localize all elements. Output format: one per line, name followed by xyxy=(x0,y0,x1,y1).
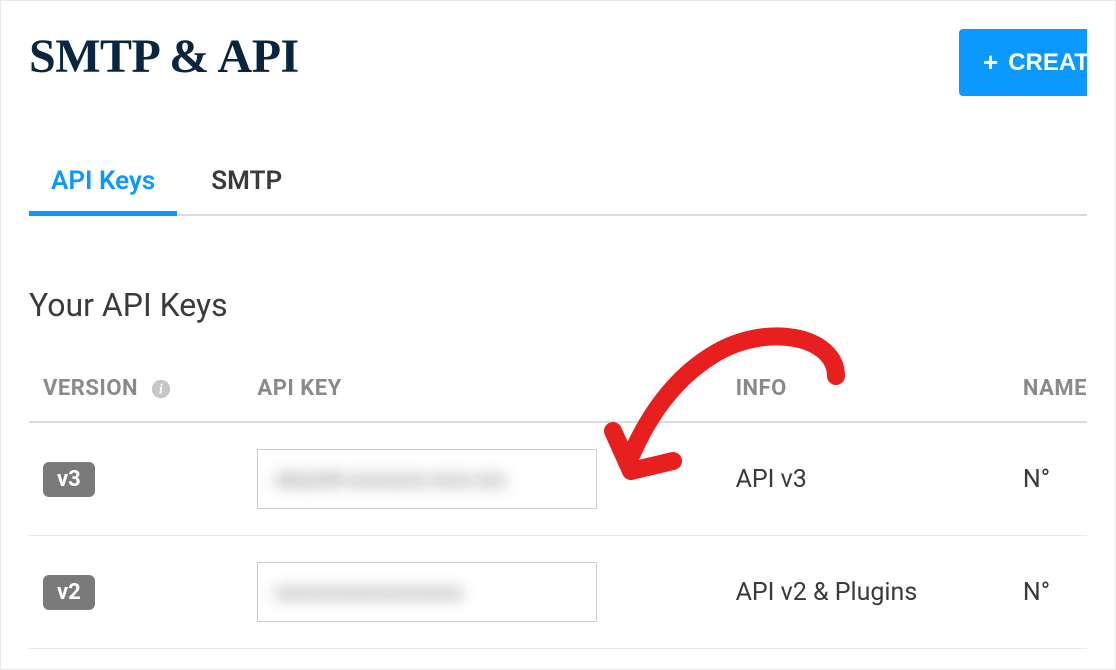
section-title: Your API Keys xyxy=(29,286,1087,324)
api-key-field[interactable]: xkeysib-xxxxxxxx-xxxx-xxx xyxy=(257,449,597,509)
plus-icon: + xyxy=(983,47,998,78)
api-key-field[interactable]: xxxxxxxxxxxxxxxxxxx xyxy=(257,562,597,622)
info-cell: API v2 & Plugins xyxy=(736,536,1023,649)
create-api-key-button[interactable]: + CREATE A NEW API KEY xyxy=(959,29,1087,96)
tab-api-keys[interactable]: API Keys xyxy=(47,166,159,214)
create-button-label: CREATE A NEW API KEY xyxy=(1008,49,1087,77)
version-badge: v2 xyxy=(43,575,95,610)
table-row: v3 xkeysib-xxxxxxxx-xxxx-xxx API v3 N° xyxy=(29,422,1087,536)
col-header-apikey: API KEY xyxy=(257,364,735,422)
table-row: v2 xxxxxxxxxxxxxxxxxxx API v2 & Plugins … xyxy=(29,536,1087,649)
svg-text:i: i xyxy=(159,382,163,397)
name-cell: N° xyxy=(1023,536,1087,649)
page-title: SMTP & API xyxy=(29,29,299,84)
version-badge: v3 xyxy=(43,462,95,497)
col-header-info: INFO xyxy=(736,364,1023,422)
tabs: API Keys SMTP xyxy=(29,166,1087,216)
info-icon[interactable]: i xyxy=(150,378,172,400)
api-keys-table: VERSION i API KEY INFO NAME v3 xkeysib-x… xyxy=(29,364,1087,649)
name-cell: N° xyxy=(1023,422,1087,536)
info-cell: API v3 xyxy=(736,422,1023,536)
col-header-name: NAME xyxy=(1023,364,1087,422)
col-header-version: VERSION i xyxy=(29,364,257,422)
tab-smtp[interactable]: SMTP xyxy=(207,166,286,214)
